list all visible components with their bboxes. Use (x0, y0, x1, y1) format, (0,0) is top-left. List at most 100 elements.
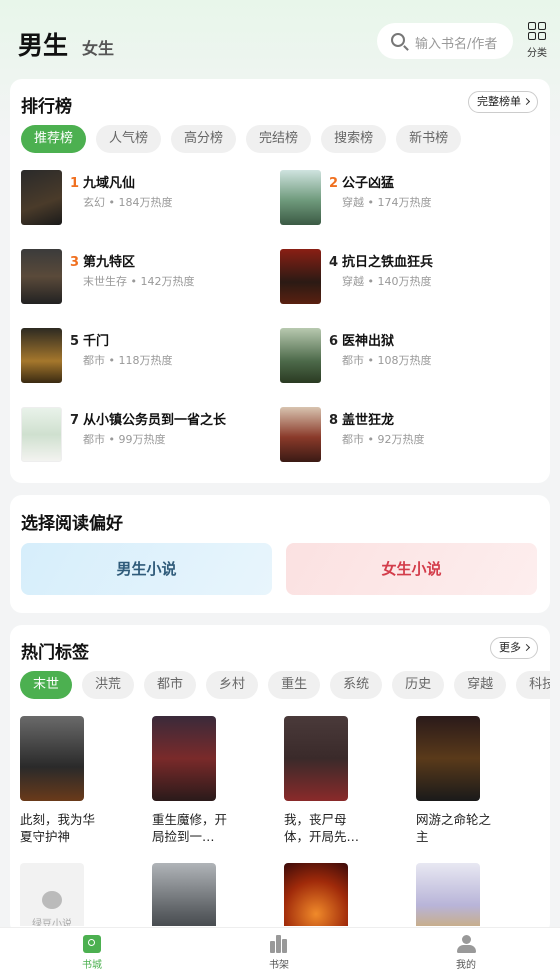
book-card[interactable] (416, 863, 506, 926)
book-title: 1 九域凡仙 (70, 176, 136, 191)
book-cover (20, 716, 84, 801)
more-label: 更多 (499, 641, 521, 654)
placeholder-text: 绿豆小说 (32, 919, 72, 926)
book-meta: 都市 • 108万热度 (342, 354, 432, 367)
preference-title: 选择阅读偏好 (21, 514, 123, 534)
tag-item[interactable]: 末世 (20, 671, 73, 699)
book-card[interactable] (284, 863, 374, 926)
book-cover (152, 863, 216, 926)
search-placeholder: 输入书名/作者 (415, 37, 498, 52)
ranking-card: 排行榜 完整榜单 推荐榜 人气榜 高分榜 完结榜 搜索榜 新书榜 1 九域凡仙 玄… (10, 79, 550, 483)
tag-item[interactable]: 系统 (330, 671, 383, 699)
search-input[interactable]: 输入书名/作者 (377, 23, 513, 59)
book-cover (284, 863, 348, 926)
tag-item[interactable]: 洪荒 (82, 671, 135, 699)
tab-completed[interactable]: 完结榜 (246, 125, 312, 153)
tab-new[interactable]: 新书榜 (396, 125, 462, 153)
book-title: 6 医神出狱 (329, 334, 395, 349)
ranking-item[interactable]: 6 医神出狱 都市 • 108万热度 (280, 328, 530, 384)
book-card[interactable] (152, 863, 242, 926)
book-title: 2 公子凶猛 (329, 176, 395, 191)
ranking-item[interactable]: 7 从小镇公务员到一省之长 都市 • 99万热度 (21, 407, 271, 463)
tab-recommend[interactable]: 推荐榜 (21, 125, 87, 153)
tag-item[interactable]: 历史 (392, 671, 445, 699)
book-card[interactable]: 此刻，我为华夏守护神 (20, 716, 110, 845)
tag-book-grid: 此刻，我为华夏守护神 重生魔修，开局捡到一… 我，丧尸母体，开局先… 网游之命轮… (20, 716, 550, 926)
grid-icon (528, 22, 546, 40)
book-cover (21, 170, 62, 225)
bottom-navigation: 书城 书架 我的 (0, 927, 560, 979)
book-cover (280, 328, 321, 383)
book-meta: 都市 • 118万热度 (83, 354, 173, 367)
tag-item[interactable]: 穿越 (454, 671, 507, 699)
book-title: 8 盖世狂龙 (329, 413, 395, 428)
book-meta: 穿越 • 140万热度 (342, 275, 432, 288)
nav-mine[interactable]: 我的 (446, 935, 486, 971)
chevron-right-icon (522, 97, 531, 106)
ranking-item[interactable]: 3 第九特区 末世生存 • 142万热度 (21, 249, 271, 305)
book-meta: 玄幻 • 184万热度 (83, 196, 173, 209)
nav-bookshelf[interactable]: 书架 (259, 935, 299, 971)
book-title: 重生魔修，开局捡到一… (152, 812, 228, 844)
preference-card: 选择阅读偏好 男生小说 女生小说 (10, 495, 550, 613)
book-cover (284, 716, 348, 801)
book-card[interactable]: 重生魔修，开局捡到一… (152, 716, 242, 845)
book-cover (416, 863, 480, 926)
placeholder-cover: 绿豆小说 (20, 863, 84, 926)
book-card[interactable]: 绿豆小说 (20, 863, 110, 926)
book-title: 3 第九特区 (70, 255, 136, 270)
tag-item[interactable]: 乡村 (206, 671, 259, 699)
ranking-item[interactable]: 2 公子凶猛 穿越 • 174万热度 (280, 170, 530, 226)
book-meta: 都市 • 92万热度 (342, 433, 425, 446)
bookshelf-icon (269, 935, 289, 953)
hot-tags-card: 热门标签 更多 末世 洪荒 都市 乡村 重生 系统 历史 穿越 科技 此刻，我为… (10, 625, 550, 935)
hot-tags-title: 热门标签 (21, 643, 89, 663)
tab-high-score[interactable]: 高分榜 (171, 125, 237, 153)
category-label: 分类 (527, 48, 547, 59)
book-title: 此刻，我为华夏守护神 (20, 812, 96, 844)
tag-item[interactable]: 重生 (268, 671, 321, 699)
book-cover (21, 328, 62, 383)
tab-search[interactable]: 搜索榜 (321, 125, 387, 153)
nav-bookstore[interactable]: 书城 (72, 935, 112, 971)
ranking-item[interactable]: 4 抗日之铁血狂兵 穿越 • 140万热度 (280, 249, 530, 305)
tag-item[interactable]: 都市 (144, 671, 197, 699)
ranking-title: 排行榜 (21, 97, 72, 117)
book-cover (152, 716, 216, 801)
book-title: 网游之命轮之主 (416, 812, 492, 844)
search-icon (391, 33, 405, 47)
chevron-right-icon (522, 643, 531, 652)
ranking-item[interactable]: 8 盖世狂龙 都市 • 92万热度 (280, 407, 530, 463)
bean-logo-icon (42, 891, 62, 909)
category-button[interactable]: 分类 (524, 22, 550, 59)
book-cover (21, 249, 62, 304)
more-button[interactable]: 更多 (490, 637, 538, 659)
nav-label: 书城 (82, 960, 102, 971)
book-card[interactable]: 我，丧尸母体，开局先… (284, 716, 374, 845)
tab-male[interactable]: 男生 (18, 26, 68, 62)
full-list-button[interactable]: 完整榜单 (468, 91, 538, 113)
tag-item[interactable]: 科技 (516, 671, 550, 699)
book-title: 5 千门 (70, 334, 110, 349)
user-icon (456, 935, 476, 953)
male-novel-button[interactable]: 男生小说 (21, 543, 272, 595)
book-meta: 都市 • 99万热度 (83, 433, 166, 446)
tag-list: 末世 洪荒 都市 乡村 重生 系统 历史 穿越 科技 (20, 671, 550, 699)
nav-label: 书架 (269, 960, 289, 971)
book-cover (21, 407, 62, 462)
book-card[interactable]: 网游之命轮之主 (416, 716, 506, 845)
book-cover (280, 170, 321, 225)
tab-female[interactable]: 女生 (82, 35, 114, 59)
full-list-label: 完整榜单 (477, 95, 521, 108)
ranking-item[interactable]: 5 千门 都市 • 118万热度 (21, 328, 271, 384)
book-title: 我，丧尸母体，开局先… (284, 812, 360, 844)
book-cover (280, 407, 321, 462)
ranking-tabs: 推荐榜 人气榜 高分榜 完结榜 搜索榜 新书榜 (21, 125, 462, 153)
book-cover (280, 249, 321, 304)
bookstore-icon (83, 935, 101, 953)
top-bar: 男生 女生 输入书名/作者 分类 (0, 0, 560, 78)
ranking-item[interactable]: 1 九域凡仙 玄幻 • 184万热度 (21, 170, 271, 226)
book-meta: 穿越 • 174万热度 (342, 196, 432, 209)
tab-popular[interactable]: 人气榜 (96, 125, 162, 153)
female-novel-button[interactable]: 女生小说 (286, 543, 537, 595)
